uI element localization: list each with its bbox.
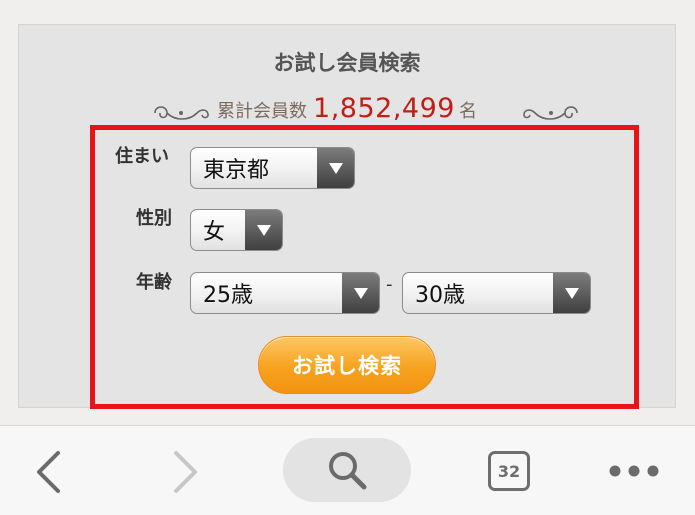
age-max-select[interactable]: 30歳 xyxy=(402,272,591,314)
ornament-right-icon xyxy=(523,106,578,120)
age-min-select[interactable]: 25歳 xyxy=(190,272,380,314)
more-icon[interactable] xyxy=(608,464,660,478)
residence-dropdown-icon xyxy=(317,148,354,188)
member-count-value: 1,852,499 xyxy=(313,93,455,124)
gender-dropdown-icon xyxy=(245,210,282,250)
age-label: 年齢 xyxy=(136,272,172,293)
gender-value: 女 xyxy=(203,220,226,245)
tab-count: 32 xyxy=(497,461,521,481)
age-max-dropdown-icon xyxy=(553,273,590,313)
search-button[interactable] xyxy=(283,438,411,502)
panel-title: お試し会員検索 xyxy=(273,51,421,75)
residence-select[interactable]: 東京都 xyxy=(190,147,355,189)
search-icon xyxy=(329,452,367,490)
back-icon[interactable] xyxy=(34,450,62,494)
member-count-label: 累計会員数 xyxy=(217,101,308,122)
age-separator: - xyxy=(386,274,393,295)
age-min-dropdown-icon xyxy=(342,273,379,313)
forward-icon[interactable] xyxy=(172,450,200,494)
age-max-value: 30歳 xyxy=(415,283,465,308)
residence-value: 東京都 xyxy=(203,158,270,183)
gender-label: 性別 xyxy=(136,208,172,229)
gender-select[interactable]: 女 xyxy=(190,209,283,251)
trial-search-button[interactable]: お試し検索 xyxy=(258,336,436,394)
browser-toolbar: 32 xyxy=(0,425,695,515)
residence-label: 住まい xyxy=(115,146,169,167)
tabs-button[interactable]: 32 xyxy=(488,451,530,491)
age-min-value: 25歳 xyxy=(203,283,253,308)
member-count-unit: 名 xyxy=(458,101,477,122)
